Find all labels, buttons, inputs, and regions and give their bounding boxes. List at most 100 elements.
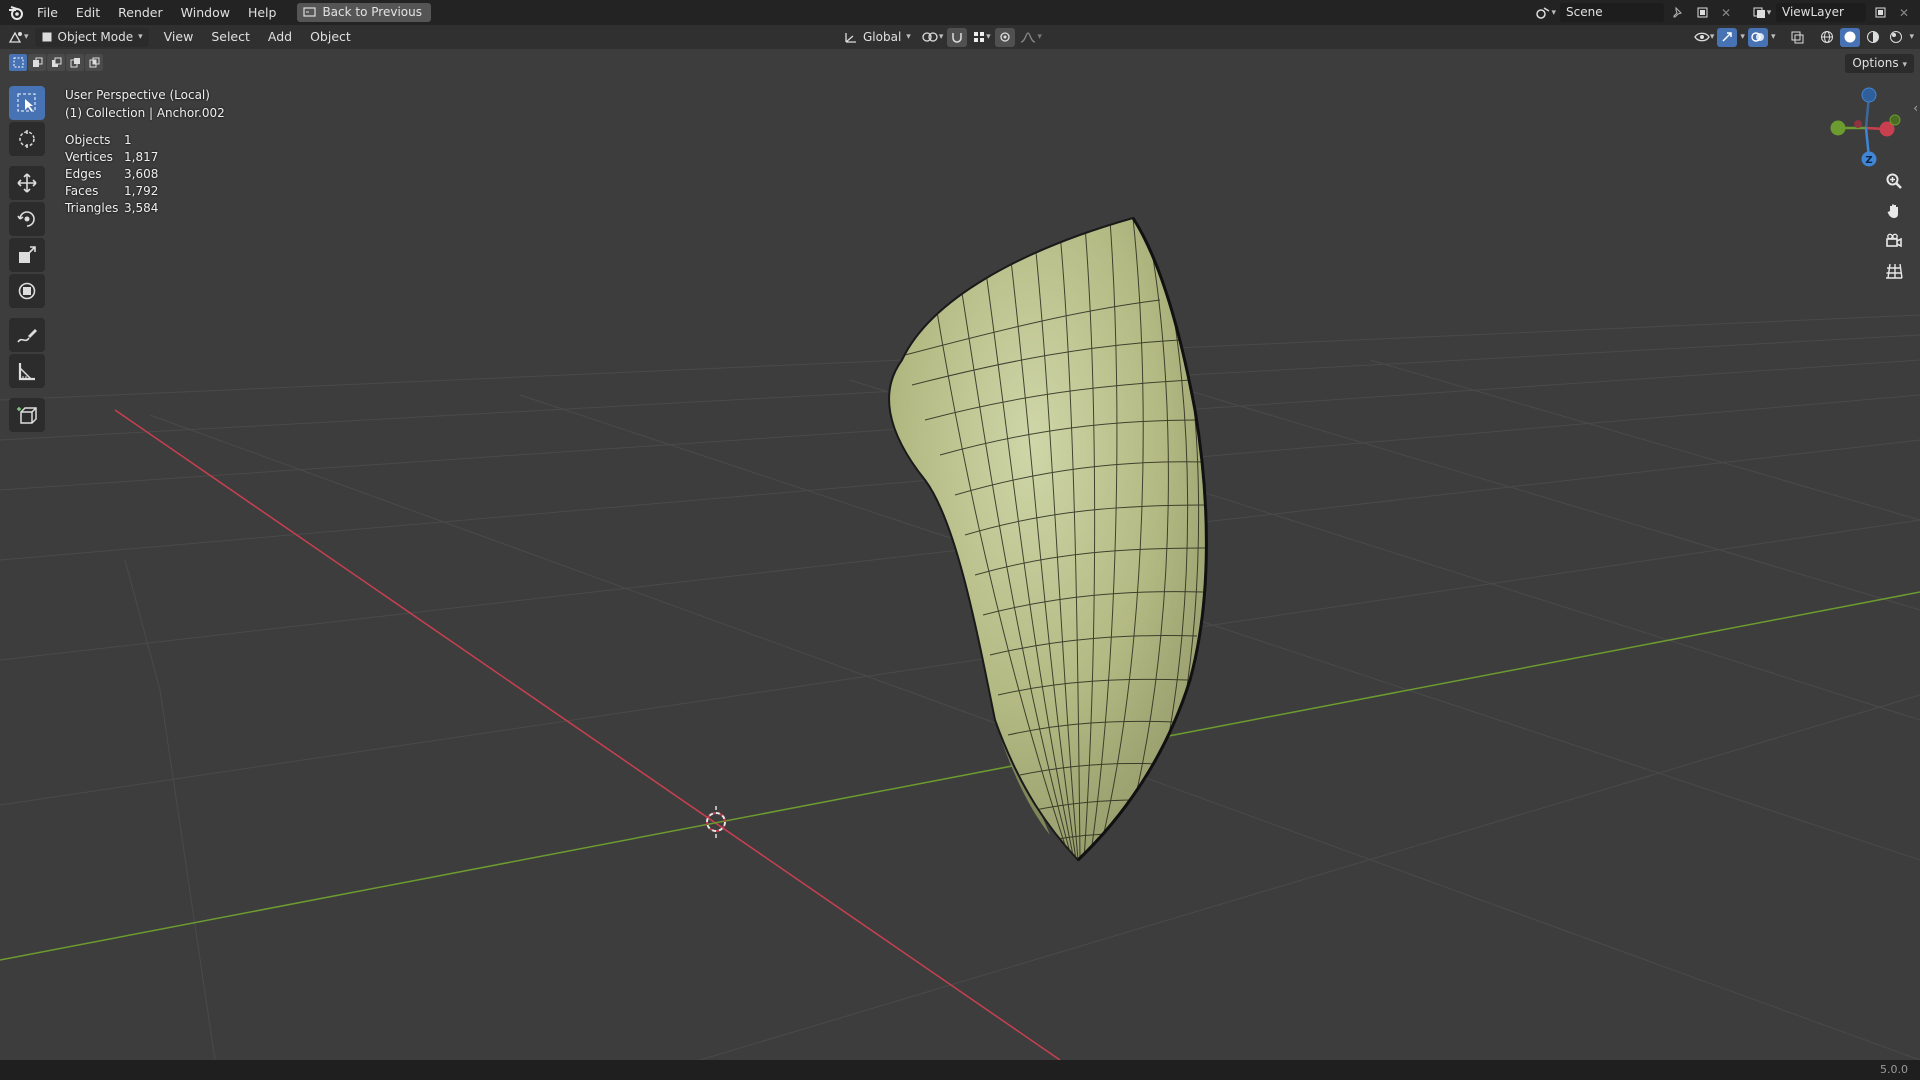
axis-orientation-icon <box>845 32 856 43</box>
select-subtract-icon[interactable] <box>47 54 65 71</box>
delete-scene-icon[interactable]: ✕ <box>1716 3 1736 22</box>
gizmo-neg-z[interactable] <box>1861 87 1877 103</box>
menu-add[interactable]: Add <box>259 25 301 49</box>
camera-icon[interactable] <box>1880 228 1908 254</box>
add-cube-tool[interactable] <box>9 398 45 432</box>
rotate-tool[interactable] <box>9 202 45 236</box>
material-shading-icon[interactable] <box>1863 28 1883 47</box>
viewport-header-right: ▾ ▾ ▾ ▾ <box>1694 25 1914 49</box>
blender-window: File Edit Render Window Help Back to Pre… <box>0 0 1920 1080</box>
menu-render[interactable]: Render <box>109 0 172 25</box>
x-axis-line <box>114 409 1061 1060</box>
select-mode-group <box>9 54 103 71</box>
gizmo-toggle-icon[interactable] <box>1717 27 1738 47</box>
tool-shelf <box>9 86 45 434</box>
scale-tool[interactable] <box>9 238 45 272</box>
measure-tool[interactable] <box>9 354 45 388</box>
stat-label: Edges <box>65 167 102 181</box>
navigation-gizmo[interactable]: Z <box>1825 82 1905 168</box>
menu-select[interactable]: Select <box>202 25 259 49</box>
move-icon <box>17 173 37 193</box>
annotate-tool[interactable] <box>9 318 45 352</box>
select-box-tool[interactable] <box>9 86 45 120</box>
wireframe-shading-icon[interactable] <box>1817 28 1837 47</box>
snap-target-icon[interactable]: ▾ <box>971 28 991 47</box>
orientation-dropdown[interactable]: Global ▾ <box>838 28 917 47</box>
stat-value: 1,792 <box>124 184 159 198</box>
status-bar: 5.0.0 <box>0 1060 1920 1080</box>
menu-view[interactable]: View <box>155 25 203 49</box>
gizmo-y[interactable] <box>1830 120 1846 136</box>
select-intersect-icon[interactable] <box>85 54 103 71</box>
sidebar-toggle-icon[interactable]: ‹ <box>1913 101 1918 115</box>
xray-toggle-icon[interactable] <box>1787 28 1807 47</box>
add-cube-icon <box>17 407 37 424</box>
stat-row: Triangles 3,584 <box>65 200 225 217</box>
visibility-icon[interactable]: ▾ <box>1694 28 1714 47</box>
scene-statistics: Objects 1 Vertices 1,817 Edges 3,608 Faces 1… <box>65 132 225 217</box>
stat-row: Faces 1,792 <box>65 183 225 200</box>
stat-label: Vertices <box>65 150 113 164</box>
top-menu-bar: File Edit Render Window Help Back to Pre… <box>0 0 1920 25</box>
back-to-previous-button[interactable]: Back to Previous <box>297 3 431 22</box>
anchor-mesh[interactable] <box>888 216 1208 862</box>
transform-icon <box>18 282 36 300</box>
scene-field[interactable]: Scene <box>1560 3 1664 22</box>
pivot-point-icon[interactable]: ▾ <box>921 28 943 47</box>
menu-help[interactable]: Help <box>239 0 286 25</box>
screen-icon <box>303 7 317 17</box>
options-dropdown[interactable]: Options ▾ <box>1845 54 1914 73</box>
orientation-label: Global <box>863 29 902 44</box>
view-layer-name: ViewLayer <box>1782 5 1844 19</box>
rotate-icon <box>17 211 35 227</box>
options-label: Options <box>1852 56 1899 70</box>
stat-label: Triangles <box>65 201 119 215</box>
pin-icon[interactable] <box>1668 3 1688 22</box>
falloff-icon[interactable]: ▾ <box>1019 28 1042 47</box>
chevron-down-icon: ▾ <box>138 31 143 42</box>
stat-row: Objects 1 <box>65 132 225 149</box>
view-layer-field[interactable]: ViewLayer <box>1776 3 1866 22</box>
annotate-icon <box>17 329 37 343</box>
select-new-icon[interactable] <box>9 54 27 71</box>
mode-label: Object Mode <box>57 29 134 44</box>
new-scene-icon[interactable] <box>1692 3 1712 22</box>
measure-icon <box>18 363 35 381</box>
new-view-layer-icon[interactable] <box>1870 3 1890 22</box>
scene-name: Scene <box>1566 5 1603 19</box>
rendered-shading-icon[interactable] <box>1886 28 1906 47</box>
transform-tool[interactable] <box>9 274 45 308</box>
gizmo-neg-x[interactable] <box>1854 120 1862 128</box>
menu-file[interactable]: File <box>28 0 67 25</box>
blender-logo-icon[interactable] <box>4 0 28 25</box>
mode-dropdown[interactable]: Object Mode ▾ <box>34 27 149 47</box>
move-tool[interactable] <box>9 166 45 200</box>
editor-type-icon[interactable]: ▾ <box>8 28 29 47</box>
cursor-tool[interactable] <box>9 122 45 156</box>
stat-label: Faces <box>65 184 99 198</box>
view-layer-browse-icon[interactable]: ▾ <box>1752 3 1772 22</box>
pan-hand-icon[interactable] <box>1880 198 1908 224</box>
select-extend-icon[interactable] <box>28 54 46 71</box>
menu-object[interactable]: Object <box>301 25 360 49</box>
stat-label: Objects <box>65 133 111 147</box>
snap-toggle-icon[interactable] <box>947 27 968 47</box>
gizmo-neg-y[interactable] <box>1889 114 1901 126</box>
collection-text: (1) Collection | Anchor.002 <box>65 106 225 120</box>
stat-row: Edges 3,608 <box>65 166 225 183</box>
overlay-toggle-icon[interactable] <box>1747 27 1768 47</box>
3d-viewport[interactable] <box>0 49 1920 1060</box>
select-invert-icon[interactable] <box>66 54 84 71</box>
proportional-editing-icon[interactable] <box>995 27 1016 47</box>
zoom-icon[interactable] <box>1880 168 1908 194</box>
grid-icon[interactable] <box>1880 258 1908 284</box>
menu-edit[interactable]: Edit <box>67 0 109 25</box>
solid-shading-icon[interactable] <box>1840 27 1861 47</box>
version-label: 5.0.0 <box>1880 1063 1908 1076</box>
delete-view-layer-icon[interactable]: ✕ <box>1894 3 1914 22</box>
transform-settings: Global ▾ ▾ ▾ ▾ <box>838 25 1042 49</box>
back-to-previous-label: Back to Previous <box>322 5 422 19</box>
stat-value: 3,584 <box>124 201 159 215</box>
menu-window[interactable]: Window <box>172 0 239 25</box>
scene-browse-icon[interactable]: ▾ <box>1535 3 1556 22</box>
